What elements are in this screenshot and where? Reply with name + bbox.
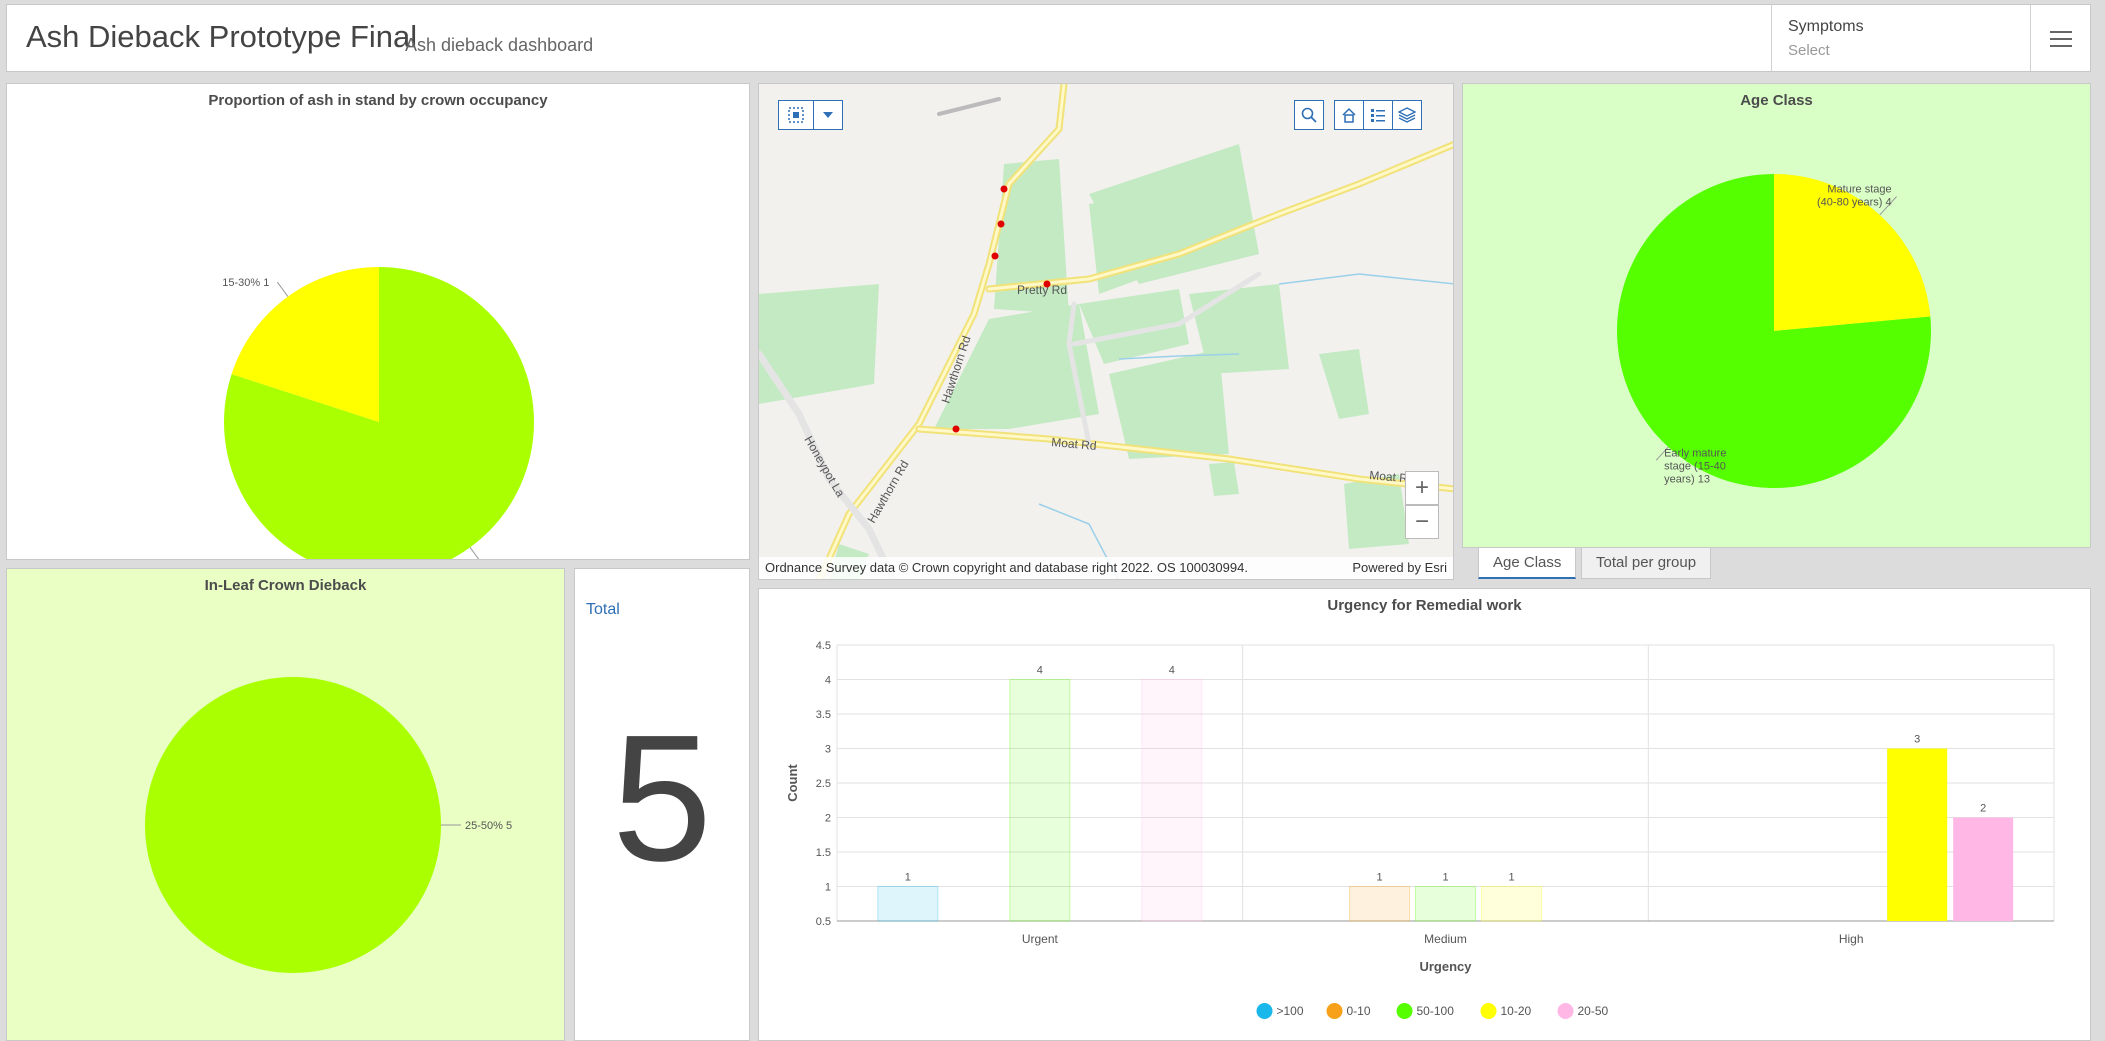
y-tick-label: 3 — [825, 744, 831, 756]
y-tick-label: 3.5 — [816, 709, 831, 721]
legend-label[interactable]: 0-10 — [1347, 1004, 1371, 1018]
y-tick-label: 2 — [825, 813, 831, 825]
x-axis-title: Urgency — [1419, 959, 1472, 974]
road-label-pretty-rd: Pretty Rd — [1017, 283, 1067, 297]
age-class-label: Mature stage — [1827, 184, 1891, 196]
powered-by-esri[interactable]: Powered by Esri — [1352, 557, 1447, 579]
age-class-label: stage (15-40 — [1664, 460, 1726, 472]
age-class-label: (40-80 years) 4 — [1817, 197, 1892, 209]
legend-marker[interactable] — [1396, 1003, 1413, 1019]
age-class-pie-chart: Mature stage(40-80 years) 4 Early matures… — [1617, 174, 1931, 489]
symptoms-filter-dropdown[interactable]: Symptoms Select — [1771, 5, 2031, 71]
y-tick-label: 1 — [825, 882, 831, 894]
road-label-moat-rd: Moat Rd — [1051, 435, 1097, 453]
y-tick-label: 4.5 — [816, 640, 831, 652]
hamburger-menu-icon — [2049, 31, 2072, 47]
legend-marker[interactable] — [1326, 1003, 1343, 1019]
legend-marker[interactable] — [1557, 1003, 1574, 1019]
bar-value-label: 4 — [1037, 665, 1043, 677]
y-tick-label: 2.5 — [816, 778, 831, 790]
dashboard-header: Ash Dieback Prototype Final Ash dieback … — [6, 4, 2091, 72]
legend-label[interactable]: 20-50 — [1578, 1004, 1609, 1018]
bar-20-50[interactable] — [1953, 817, 2014, 922]
x-tick-label: High — [1839, 932, 1864, 946]
bar-0-10[interactable] — [1349, 886, 1410, 922]
crown-occupancy-label: 30-50% 4 — [490, 559, 537, 560]
crown-occupancy-panel: Proportion of ash in stand by crown occu… — [6, 83, 750, 560]
home-icon — [1342, 107, 1356, 123]
layers-icon — [1398, 107, 1416, 123]
app-title: Ash Dieback Prototype Final — [26, 19, 418, 54]
bar-10-20[interactable] — [1481, 886, 1542, 922]
map-attribution: Ordnance Survey data © Crown copyright a… — [765, 560, 1248, 575]
inleaf-dieback-slice[interactable] — [145, 677, 441, 973]
app-subtitle: Ash dieback dashboard — [405, 35, 594, 55]
bar-20-50[interactable] — [1141, 679, 1203, 922]
map-panel[interactable]: Pretty Rd Hawthorn Rd Moat Rd Honeypot L… — [758, 83, 1454, 580]
x-tick-label: Medium — [1424, 932, 1467, 946]
age-class-label: Early mature — [1664, 447, 1726, 459]
symptoms-filter-label: Symptoms — [1788, 18, 1864, 35]
bar-50-100[interactable] — [1009, 679, 1071, 922]
total-label: Total — [586, 601, 620, 618]
bar-10-20[interactable] — [1887, 748, 1948, 922]
bar-50-100[interactable] — [1415, 886, 1476, 922]
zoom-in-button[interactable]: + — [1405, 471, 1439, 505]
bar-value-label: 1 — [905, 872, 911, 884]
inleaf-dieback-panel: In-Leaf Crown Dieback 25-50% 5 — [6, 568, 565, 1041]
legend-list-icon — [1371, 109, 1385, 122]
x-tick-label: Urgent — [1022, 932, 1059, 946]
legend-label[interactable]: 50-100 — [1417, 1004, 1455, 1018]
symptoms-filter-value: Select — [1788, 42, 1830, 59]
inleaf-dieback-label: 25-50% 5 — [465, 820, 512, 832]
map-layers-button[interactable] — [1392, 100, 1422, 130]
total-indicator-panel: Total 5 — [574, 568, 750, 1041]
y-tick-label: 4 — [825, 675, 831, 687]
crown-occupancy-label: 15-30% 1 — [222, 277, 269, 289]
legend-marker[interactable] — [1256, 1003, 1273, 1019]
age-class-label: years) 13 — [1664, 473, 1710, 485]
y-tick-label: 1.5 — [816, 847, 831, 859]
bar-value-label: 1 — [1508, 872, 1514, 884]
search-icon — [1301, 107, 1317, 123]
selection-options-dropdown[interactable] — [813, 100, 843, 130]
crown-occupancy-leader-line — [276, 281, 289, 297]
menu-button[interactable] — [2030, 5, 2090, 71]
urgency-panel: Urgency for Remedial work 0.5 1 1.5 2 2.5 3 3.… — [758, 588, 2091, 1041]
bar-value-label: 1 — [1376, 872, 1382, 884]
bar->100[interactable] — [877, 886, 939, 922]
map-legend-button[interactable] — [1363, 100, 1393, 130]
inleaf-dieback-pie-chart: 25-50% 5 — [145, 677, 512, 973]
zoom-out-button[interactable]: − — [1405, 505, 1439, 539]
chevron-down-icon — [823, 112, 833, 118]
crown-occupancy-pie-chart: 30-50% 4 15-30% 1 — [222, 267, 537, 560]
age-class-panel: Age Class Mature stage (40-80 years) 4 Ear… — [1462, 83, 2091, 548]
bar-value-label: 2 — [1980, 803, 1986, 815]
tab-total-per-group[interactable]: Total per group — [1581, 547, 1712, 579]
road-label-honeypot-la: Honeypot La — [801, 434, 847, 500]
crown-occupancy-leader-line — [469, 547, 480, 559]
select-rectangle-icon — [788, 107, 804, 123]
map-attribution-bar: Ordnance Survey data © Crown copyright a… — [759, 557, 1453, 579]
bar-value-label: 3 — [1914, 734, 1920, 746]
map-search-button[interactable] — [1294, 100, 1324, 130]
map-basemap[interactable]: Pretty Rd Hawthorn Rd Moat Rd Honeypot L… — [759, 84, 1454, 580]
map-home-button[interactable] — [1334, 100, 1364, 130]
tab-age-class[interactable]: Age Class — [1478, 547, 1577, 579]
bar-value-label: 4 — [1169, 665, 1175, 677]
bar-value-label: 1 — [1442, 872, 1448, 884]
urgency-bar-chart: 0.5 1 1.5 2 2.5 3 3.5 4 4.5 1 4 4 Urgent 1 1 1 Medium 3 2 H… — [785, 640, 2055, 1019]
y-tick-label: 0.5 — [816, 916, 831, 928]
select-by-rectangle-button[interactable] — [778, 100, 814, 130]
legend-label[interactable]: 10-20 — [1501, 1004, 1532, 1018]
legend-marker[interactable] — [1480, 1003, 1497, 1019]
legend-label[interactable]: >100 — [1277, 1004, 1304, 1018]
total-value: 5 — [611, 698, 713, 899]
y-axis-title: Count — [785, 764, 800, 802]
